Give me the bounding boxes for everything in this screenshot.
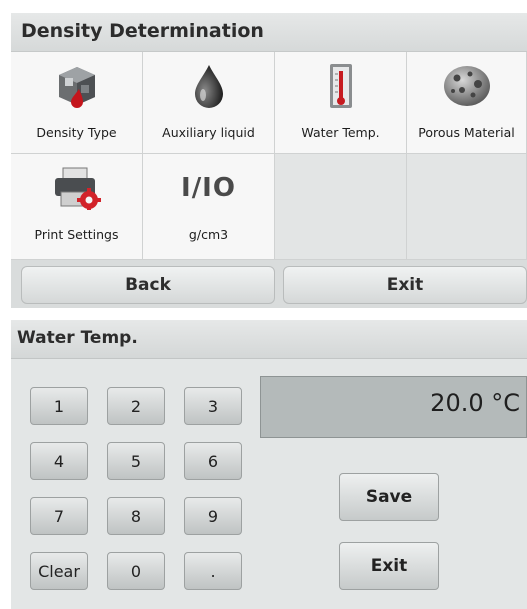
density-cube-icon xyxy=(49,62,105,110)
key-3[interactable]: 3 xyxy=(184,387,242,425)
key-0[interactable]: 0 xyxy=(107,552,165,590)
key-6[interactable]: 6 xyxy=(184,442,242,480)
key-9[interactable]: 9 xyxy=(184,497,242,535)
tile-label: Water Temp. xyxy=(301,125,380,140)
tile-auxiliary-liquid[interactable]: Auxiliary liquid xyxy=(143,52,275,154)
tile-g-cm3[interactable]: I/IO g/cm3 xyxy=(143,154,275,260)
tile-label: g/cm3 xyxy=(188,227,229,242)
page-title: Water Temp. xyxy=(17,328,138,348)
back-button[interactable]: Back xyxy=(21,266,275,304)
tile-print-settings[interactable]: Print Settings xyxy=(11,154,143,260)
key-4[interactable]: 4 xyxy=(30,442,88,480)
thermometer-icon xyxy=(313,62,369,110)
empty-tile xyxy=(275,154,407,260)
tile-label: Print Settings xyxy=(34,227,119,242)
water-temp-panel: Water Temp. 1 2 3 4 5 6 7 8 9 Clear 0 . … xyxy=(11,320,527,609)
title-bar: Density Determination xyxy=(11,13,527,52)
page-title: Density Determination xyxy=(21,20,264,42)
title-bar: Water Temp. xyxy=(11,320,527,359)
key-2[interactable]: 2 xyxy=(107,387,165,425)
tile-label: Porous Material xyxy=(418,125,515,140)
liquid-drop-icon xyxy=(181,62,237,110)
temperature-value: 20.0 °C xyxy=(430,389,520,417)
tile-density-type[interactable]: Density Type xyxy=(11,52,143,154)
bottom-button-bar: Back Exit xyxy=(11,260,527,308)
density-determination-panel: Density Determination Density Type Auxil… xyxy=(11,13,527,308)
tile-water-temp[interactable]: Water Temp. xyxy=(275,52,407,154)
exit-button[interactable]: Exit xyxy=(339,542,439,590)
key-1[interactable]: 1 xyxy=(30,387,88,425)
empty-tile xyxy=(407,154,527,260)
value-display: 20.0 °C xyxy=(260,376,527,438)
key-5[interactable]: 5 xyxy=(107,442,165,480)
clear-key[interactable]: Clear xyxy=(30,552,88,590)
key-8[interactable]: 8 xyxy=(107,497,165,535)
io-icon: I/IO xyxy=(181,164,237,212)
printer-gear-icon xyxy=(49,164,105,212)
menu-grid: Density Type Auxiliary liquid Water Temp… xyxy=(11,52,527,260)
decimal-point-key[interactable]: . xyxy=(184,552,242,590)
tile-label: Density Type xyxy=(36,125,117,140)
io-icon-text: I/IO xyxy=(181,173,236,203)
tile-label: Auxiliary liquid xyxy=(162,125,255,140)
exit-button[interactable]: Exit xyxy=(283,266,527,304)
key-7[interactable]: 7 xyxy=(30,497,88,535)
save-button[interactable]: Save xyxy=(339,473,439,521)
porous-stone-icon xyxy=(439,62,495,110)
tile-porous-material[interactable]: Porous Material xyxy=(407,52,527,154)
